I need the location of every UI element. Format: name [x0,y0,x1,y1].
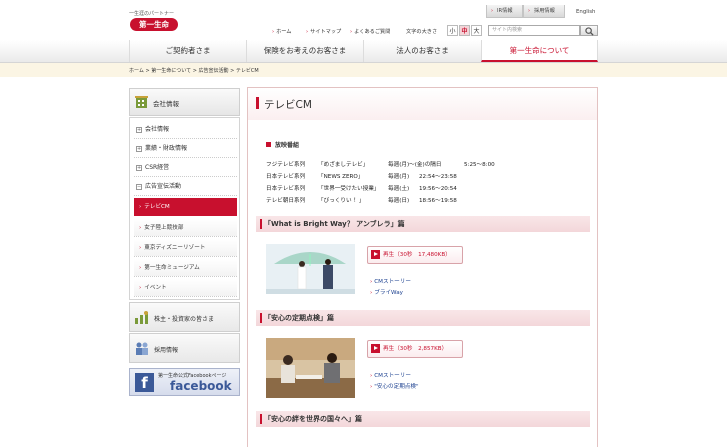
arrow-icon: › [370,384,373,390]
cm-section-heading: 「安心の定期点検」篇 [256,310,590,326]
title-accent [256,97,259,109]
people-icon [136,342,148,355]
arrow-icon: › [139,285,142,291]
cm-story-link[interactable]: › CMストーリー [370,277,411,285]
company-logo[interactable]: 第一生命 [130,18,178,31]
breadcrumb-home[interactable]: ホーム [129,68,144,74]
util-home-link[interactable]: › ホーム [272,28,292,35]
minus-icon: − [136,183,142,190]
sidebar-heading[interactable]: 会社情報 [129,88,240,116]
nav-about-dai-ichi[interactable]: 第一生命について [481,40,598,62]
schedule-heading: 放映番組 [275,142,300,149]
sidebar-sub-museum[interactable]: › 第一生命ミュージアム [134,259,237,277]
search-icon [585,27,594,36]
play-icon [371,250,380,259]
cm-thumbnail-checkup[interactable] [266,338,355,398]
breadcrumb: ホーム > 第一生命について > 広告宣伝活動 > テレビCM [129,67,259,74]
play-button[interactable]: 再生（30秒 2,857KB） [367,340,463,358]
sidebar-block-recruit[interactable]: 採用情報 [129,333,240,363]
recruit-link[interactable]: › 採用情報 [523,5,565,18]
font-size-large-button[interactable]: 大 [471,25,482,36]
cm-thumbnail-umbrella[interactable] [266,244,355,294]
sidebar-item-csr[interactable]: + CSR経営 [134,159,237,177]
breadcrumb-separator: > [145,68,150,74]
breadcrumb-about[interactable]: 第一生命について [151,68,191,74]
sidebar-item-financial-info[interactable]: + 業績・財政情報 [134,140,237,158]
building-icon [135,96,148,108]
font-size-medium-button[interactable]: 中 [459,25,470,36]
tagline: 一生涯のパートナー [129,11,175,17]
facebook-banner[interactable]: f 第一生命公式Facebookページ facebook [129,368,240,396]
sidebar-sub-track-team[interactable]: › 女子陸上競技部 [134,219,237,237]
play-button[interactable]: 再生（30秒 17,480KB） [367,246,463,264]
search-input[interactable]: サイト内検索 [488,25,580,36]
arrow-icon: › [272,29,275,35]
arrow-icon: › [139,225,142,231]
plus-icon: + [136,145,142,152]
cm-section-heading: 「What is Bright Way？ アンブレラ」篇 [256,216,590,232]
english-link[interactable]: English [576,9,595,15]
search-button[interactable] [580,25,598,36]
checkup-link[interactable]: › "安心の定期点検" [370,382,419,390]
nav-prospective-customers[interactable]: 保険をお考えのお客さま [246,40,363,62]
video-thumbnail-image [266,338,355,398]
breadcrumb-band [0,63,727,77]
cm-story-link[interactable]: › CMストーリー [370,371,411,379]
breadcrumb-separator: > [192,68,197,74]
sidebar-sub-disney-resort[interactable]: › 東京ディズニーリゾート [134,239,237,257]
facebook-caption: 第一生命公式Facebookページ [158,373,227,379]
arrow-icon: › [139,265,142,271]
breadcrumb-advertising[interactable]: 広告宣伝活動 [199,68,229,74]
breadcrumb-current: テレビCM [235,68,259,74]
sidebar-sub-events[interactable]: › イベント [134,279,237,297]
sidebar-item-advertising[interactable]: − 広告宣伝活動 [134,178,237,196]
sidebar-item-company-info[interactable]: + 会社情報 [134,121,237,139]
arrow-icon: › [306,29,309,35]
page-title: テレビCM [264,99,312,111]
font-size-small-button[interactable]: 小 [447,25,458,36]
arrow-icon: › [370,373,373,379]
arrow-icon: › [350,29,353,35]
arrow-icon: › [491,8,493,14]
nav-policyholders[interactable]: ご契約者さま [129,40,246,62]
plus-icon: + [136,126,142,133]
ir-info-link[interactable]: › IR情報 [486,5,523,18]
square-bullet-icon [266,142,271,147]
arrow-icon: › [139,204,142,210]
investors-icon [135,311,148,324]
cm-section-heading: 「安心の絆を世界の国々へ」篇 [256,411,590,427]
arrow-icon: › [370,290,373,296]
plus-icon: + [136,164,142,171]
arrow-icon: › [528,8,530,14]
sidebar-block-investors[interactable]: 株主・投資家の皆さま [129,302,240,332]
facebook-icon: f [135,373,154,392]
arrow-icon: › [370,279,373,285]
video-thumbnail-image [266,244,355,294]
nav-corporate-customers[interactable]: 法人のお客さま [363,40,481,62]
play-icon [371,344,380,353]
arrow-icon: › [139,245,142,251]
breadcrumb-separator: > [230,68,235,74]
bright-way-link[interactable]: › ブライWay [370,288,403,296]
facebook-wordmark: facebook [170,379,232,393]
font-size-label: 文字の大きさ [406,29,438,35]
util-sitemap-link[interactable]: › サイトマップ [306,28,341,35]
util-faq-link[interactable]: › よくあるご質問 [350,28,390,35]
sidebar-sub-tv-cm[interactable]: › テレビCM [134,198,237,216]
